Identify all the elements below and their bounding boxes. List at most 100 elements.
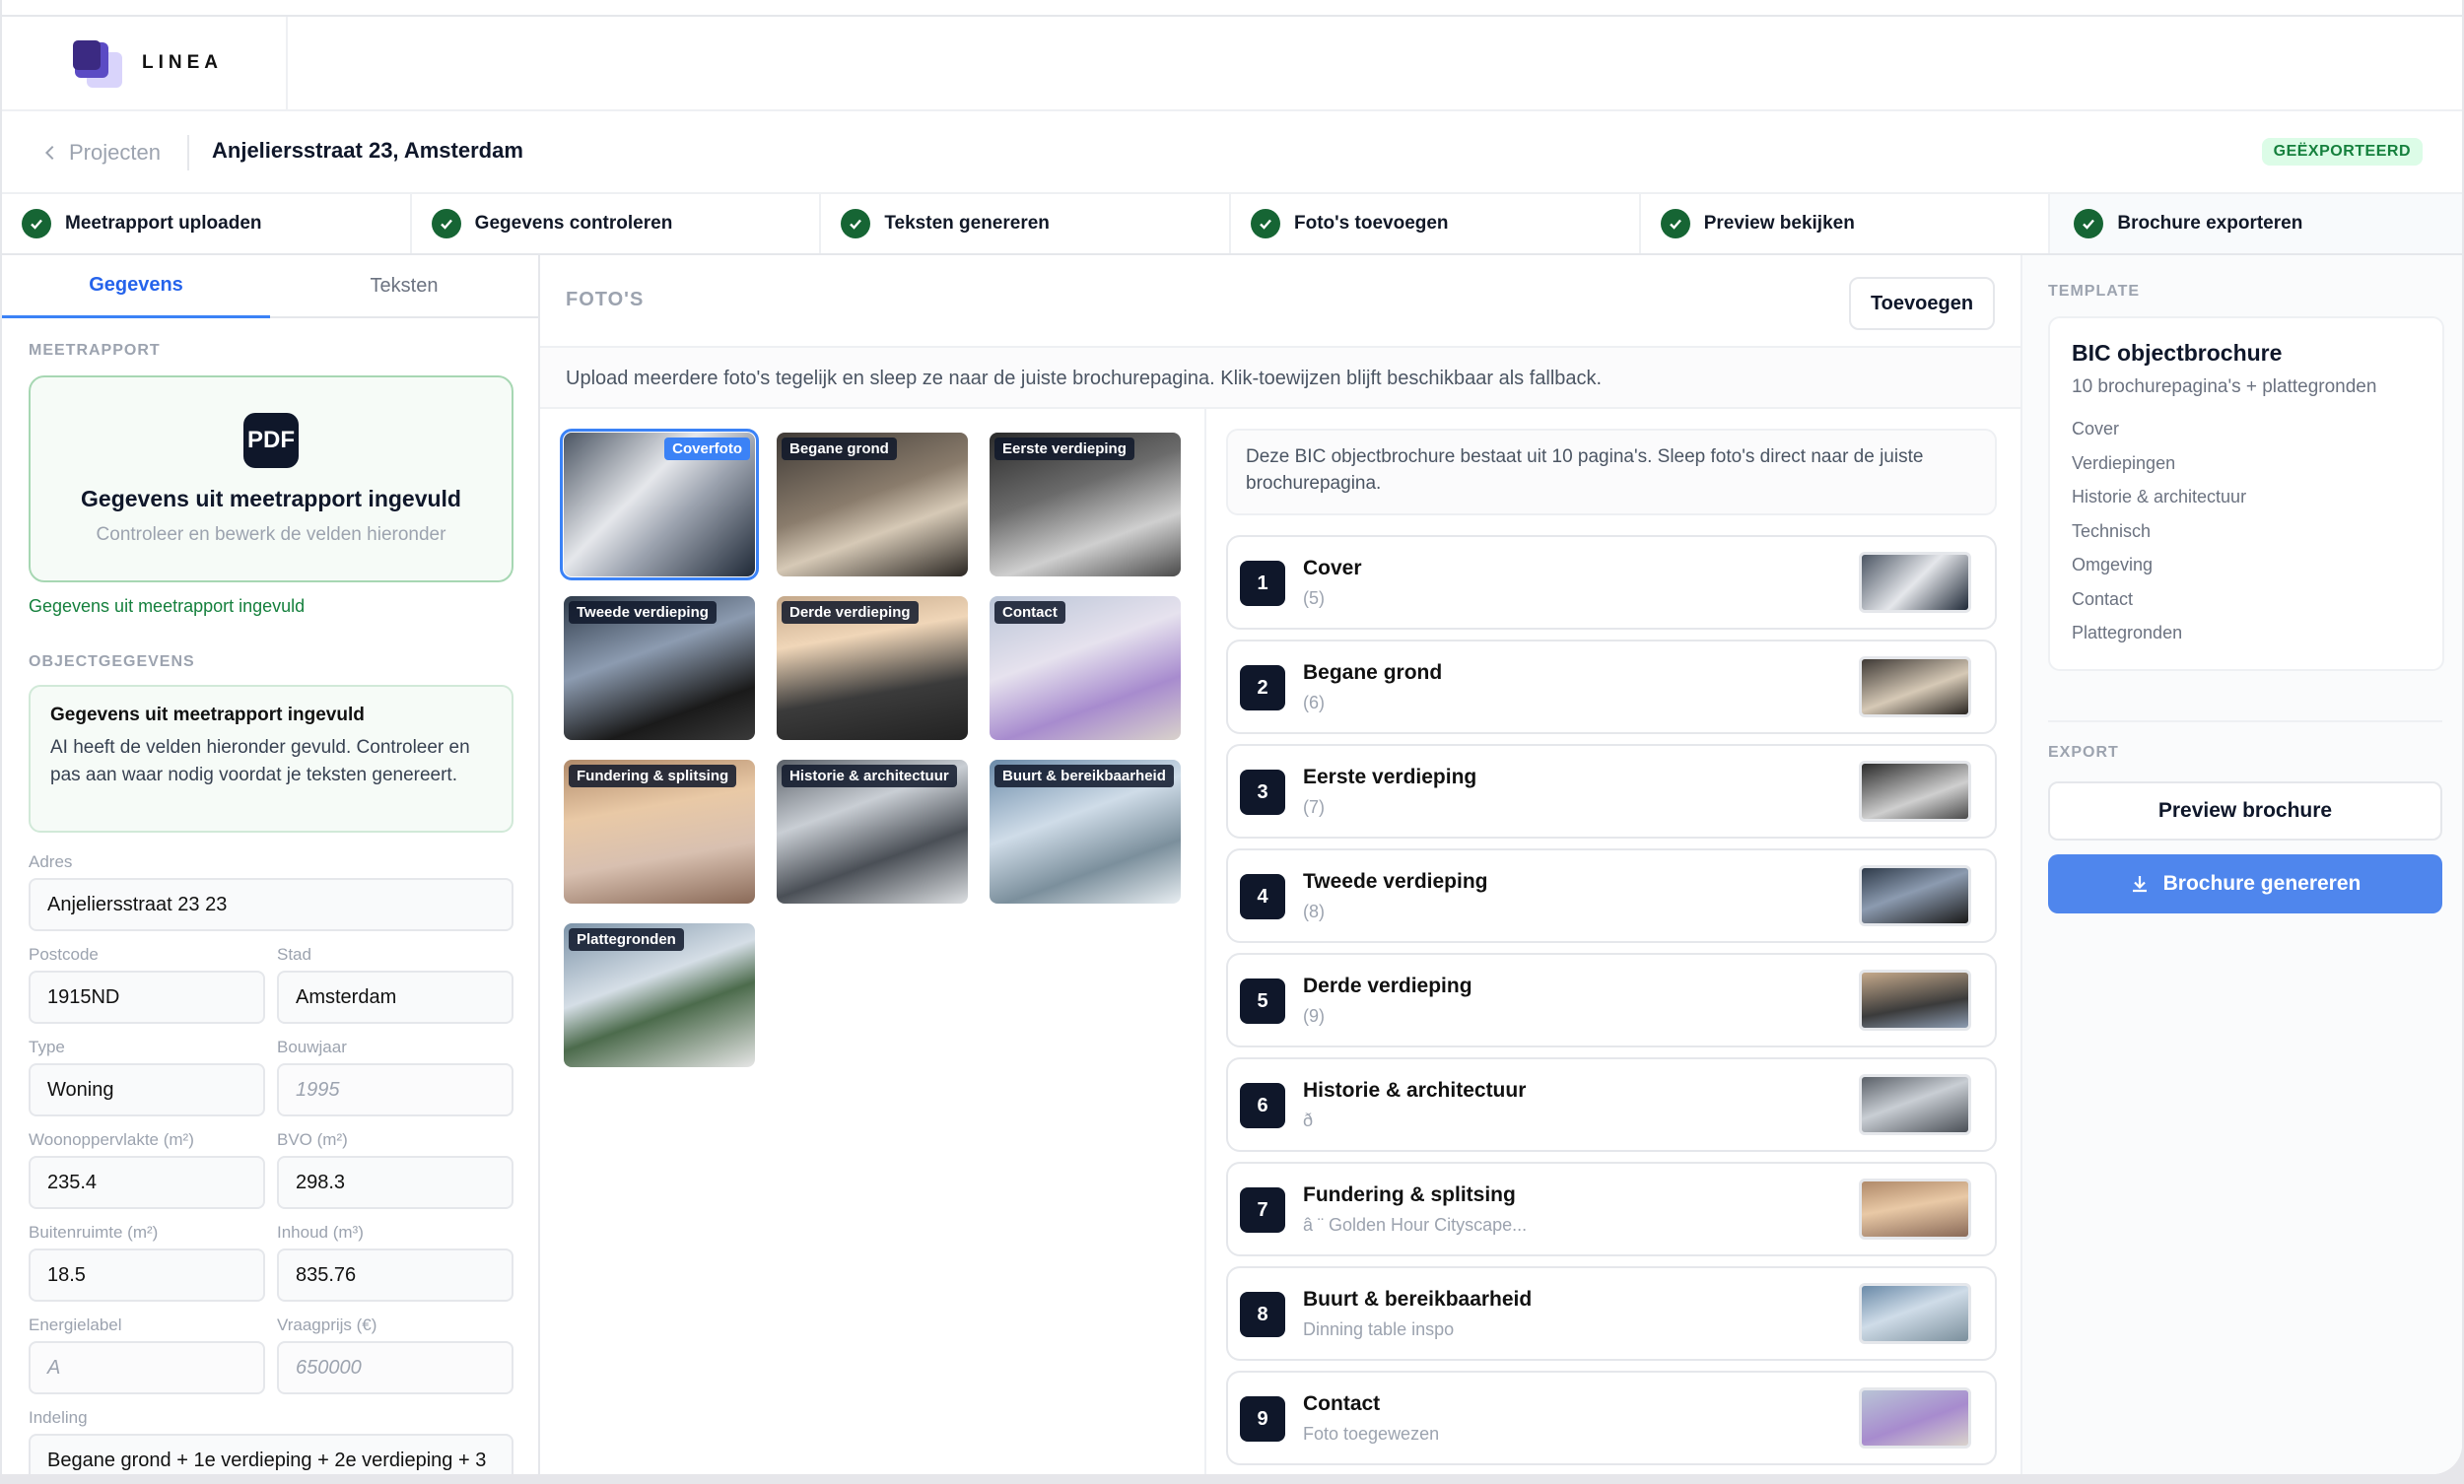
step-generate-texts[interactable]: Teksten genereren bbox=[821, 194, 1232, 253]
photo-thumb[interactable]: Plattegronden bbox=[564, 923, 755, 1067]
tab-gegevens[interactable]: Gegevens bbox=[2, 255, 270, 318]
app-header: LINEA bbox=[2, 17, 2462, 111]
photo-thumb[interactable]: Eerste verdieping bbox=[990, 433, 1181, 576]
step-upload[interactable]: Meetrapport uploaden bbox=[2, 194, 412, 253]
field-label-vraagprijs: Vraagprijs (€) bbox=[277, 1315, 377, 1334]
template-page-item: Omgeving bbox=[2072, 555, 2154, 574]
page-name: Eerste verdieping bbox=[1303, 766, 1477, 788]
brochure-page-row[interactable]: 8 Buurt & bereikbaarheid Dinning table i… bbox=[1226, 1266, 1997, 1361]
preview-brochure-button[interactable]: Preview brochure bbox=[2048, 781, 2442, 841]
postcode-input[interactable]: 1915ND bbox=[29, 971, 265, 1024]
photo-tag: Coverfoto bbox=[664, 438, 750, 460]
brochure-page-row[interactable]: 6 Historie & architectuur ð bbox=[1226, 1057, 1997, 1152]
photo-tag: Tweede verdieping bbox=[569, 601, 717, 624]
photo-tag: Contact bbox=[994, 601, 1065, 624]
section-label-objectgegevens: OBJECTGEGEVENS bbox=[29, 653, 195, 670]
photo-thumb[interactable]: Fundering & splitsing bbox=[564, 760, 755, 904]
step-label: Foto's toevoegen bbox=[1294, 213, 1449, 234]
page-sub: â ¨ Golden Hour Cityscape... bbox=[1303, 1215, 1528, 1235]
page-thumbnail bbox=[1859, 761, 1971, 822]
field-label-type: Type bbox=[29, 1038, 65, 1056]
page-thumbnail bbox=[1859, 1179, 1971, 1240]
page-sub: Foto toegewezen bbox=[1303, 1424, 1440, 1444]
brand-name: LINEA bbox=[142, 52, 223, 73]
photos-toolbar: FOTO'S Toevoegen bbox=[540, 255, 2020, 348]
template-panel: TEMPLATE BIC objectbrochure 10 brochurep… bbox=[2020, 255, 2462, 1474]
photo-thumb[interactable]: Derde verdieping bbox=[777, 596, 968, 740]
brochure-page-row[interactable]: 1 Cover (5) bbox=[1226, 535, 1997, 630]
window-top-strip bbox=[2, 0, 2462, 17]
generate-brochure-button[interactable]: Brochure genereren bbox=[2048, 854, 2442, 913]
chevron-left-icon bbox=[44, 145, 54, 161]
woonoppervlakte-input[interactable]: 235.4 bbox=[29, 1156, 265, 1209]
buitenruimte-input[interactable]: 18.5 bbox=[29, 1248, 265, 1302]
upload-status: Gegevens uit meetrapport ingevuld bbox=[29, 596, 306, 616]
type-input[interactable]: Woning bbox=[29, 1063, 265, 1116]
page-number: 6 bbox=[1240, 1083, 1285, 1128]
add-photos-button[interactable]: Toevoegen bbox=[1849, 277, 1995, 330]
step-preview[interactable]: Preview bekijken bbox=[1641, 194, 2051, 253]
photo-thumb[interactable]: Contact bbox=[990, 596, 1181, 740]
adres-input[interactable]: Anjeliersstraat 23 23 bbox=[29, 878, 513, 931]
page-thumbnail bbox=[1859, 970, 1971, 1031]
photo-tag: Fundering & splitsing bbox=[569, 765, 737, 787]
check-icon bbox=[22, 209, 51, 238]
template-page-item: Cover bbox=[2072, 419, 2120, 438]
bouwjaar-input[interactable]: 1995 bbox=[277, 1063, 513, 1116]
tab-teksten[interactable]: Teksten bbox=[270, 255, 538, 316]
page-sub: (6) bbox=[1303, 693, 1325, 712]
page-thumbnail bbox=[1859, 1387, 1971, 1449]
page-sub: (7) bbox=[1303, 797, 1325, 817]
brochure-page-row[interactable]: 4 Tweede verdieping (8) bbox=[1226, 848, 1997, 943]
photo-thumb[interactable]: Coverfoto bbox=[560, 429, 759, 580]
step-add-photos[interactable]: Foto's toevoegen bbox=[1231, 194, 1641, 253]
indeling-input[interactable]: Begane grond + 1e verdieping + 2e verdie… bbox=[29, 1434, 513, 1474]
photo-thumb[interactable]: Buurt & bereikbaarheid bbox=[990, 760, 1181, 904]
meetrapport-dropzone[interactable]: PDF Gegevens uit meetrapport ingevuld Co… bbox=[29, 375, 513, 582]
back-link[interactable]: Projecten bbox=[41, 140, 161, 166]
photo-tag: Plattegronden bbox=[569, 928, 684, 951]
page-thumbnail bbox=[1859, 552, 1971, 613]
section-label-export: EXPORT bbox=[2048, 744, 2119, 761]
wizard-steps: Meetrapport uploaden Gegevens controlere… bbox=[2, 194, 2462, 255]
upload-hint: Upload meerdere foto's tegelijk en sleep… bbox=[540, 348, 2020, 409]
field-label-inhoud: Inhoud (m³) bbox=[277, 1223, 364, 1242]
energielabel-input[interactable]: A bbox=[29, 1341, 265, 1394]
generate-label: Brochure genereren bbox=[2162, 872, 2361, 895]
breadcrumb-divider bbox=[187, 135, 189, 170]
check-icon bbox=[1660, 209, 1690, 238]
brochure-page-row[interactable]: 7 Fundering & splitsing â ¨ Golden Hour … bbox=[1226, 1162, 1997, 1256]
step-export[interactable]: Brochure exporteren bbox=[2050, 194, 2462, 253]
brochure-page-row[interactable]: 2 Begane grond (6) bbox=[1226, 640, 1997, 734]
field-label-indeling: Indeling bbox=[29, 1408, 88, 1427]
vraagprijs-input[interactable]: 650000 bbox=[277, 1341, 513, 1394]
photo-thumb[interactable]: Historie & architectuur bbox=[777, 760, 968, 904]
template-card[interactable]: BIC objectbrochure 10 brochurepagina's +… bbox=[2048, 316, 2444, 671]
brochure-page-row[interactable]: 3 Eerste verdieping (7) bbox=[1226, 744, 1997, 839]
bvo-input[interactable]: 298.3 bbox=[277, 1156, 513, 1209]
field-label-bvo: BVO (m²) bbox=[277, 1130, 348, 1149]
page-name: Cover bbox=[1303, 557, 1362, 579]
dropzone-subtitle: Controleer en bewerk de velden hieronder bbox=[96, 524, 446, 545]
check-icon bbox=[1251, 209, 1281, 238]
field-label-buitenruimte: Buitenruimte (m²) bbox=[29, 1223, 159, 1242]
brand-area[interactable]: LINEA bbox=[2, 17, 288, 111]
template-page-item: Plattegronden bbox=[2072, 623, 2183, 642]
page-number: 1 bbox=[1240, 561, 1285, 606]
page-number: 5 bbox=[1240, 978, 1285, 1024]
inhoud-input[interactable]: 835.76 bbox=[277, 1248, 513, 1302]
template-page-item: Contact bbox=[2072, 588, 2134, 609]
ai-info-box: Gegevens uit meetrapport ingevuld AI hee… bbox=[29, 685, 513, 833]
page-name: Buurt & bereikbaarheid bbox=[1303, 1288, 1533, 1311]
stad-input[interactable]: Amsterdam bbox=[277, 971, 513, 1024]
photo-thumb[interactable]: Begane grond bbox=[777, 433, 968, 576]
page-number: 4 bbox=[1240, 874, 1285, 919]
field-label-postcode: Postcode bbox=[29, 945, 99, 964]
page-number: 2 bbox=[1240, 665, 1285, 710]
photo-thumb[interactable]: Tweede verdieping bbox=[564, 596, 755, 740]
divider bbox=[2048, 720, 2442, 722]
page-thumbnail bbox=[1859, 656, 1971, 717]
step-check-data[interactable]: Gegevens controleren bbox=[412, 194, 822, 253]
brochure-page-row[interactable]: 5 Derde verdieping (9) bbox=[1226, 953, 1997, 1047]
brochure-page-row[interactable]: 9 Contact Foto toegewezen bbox=[1226, 1371, 1997, 1465]
